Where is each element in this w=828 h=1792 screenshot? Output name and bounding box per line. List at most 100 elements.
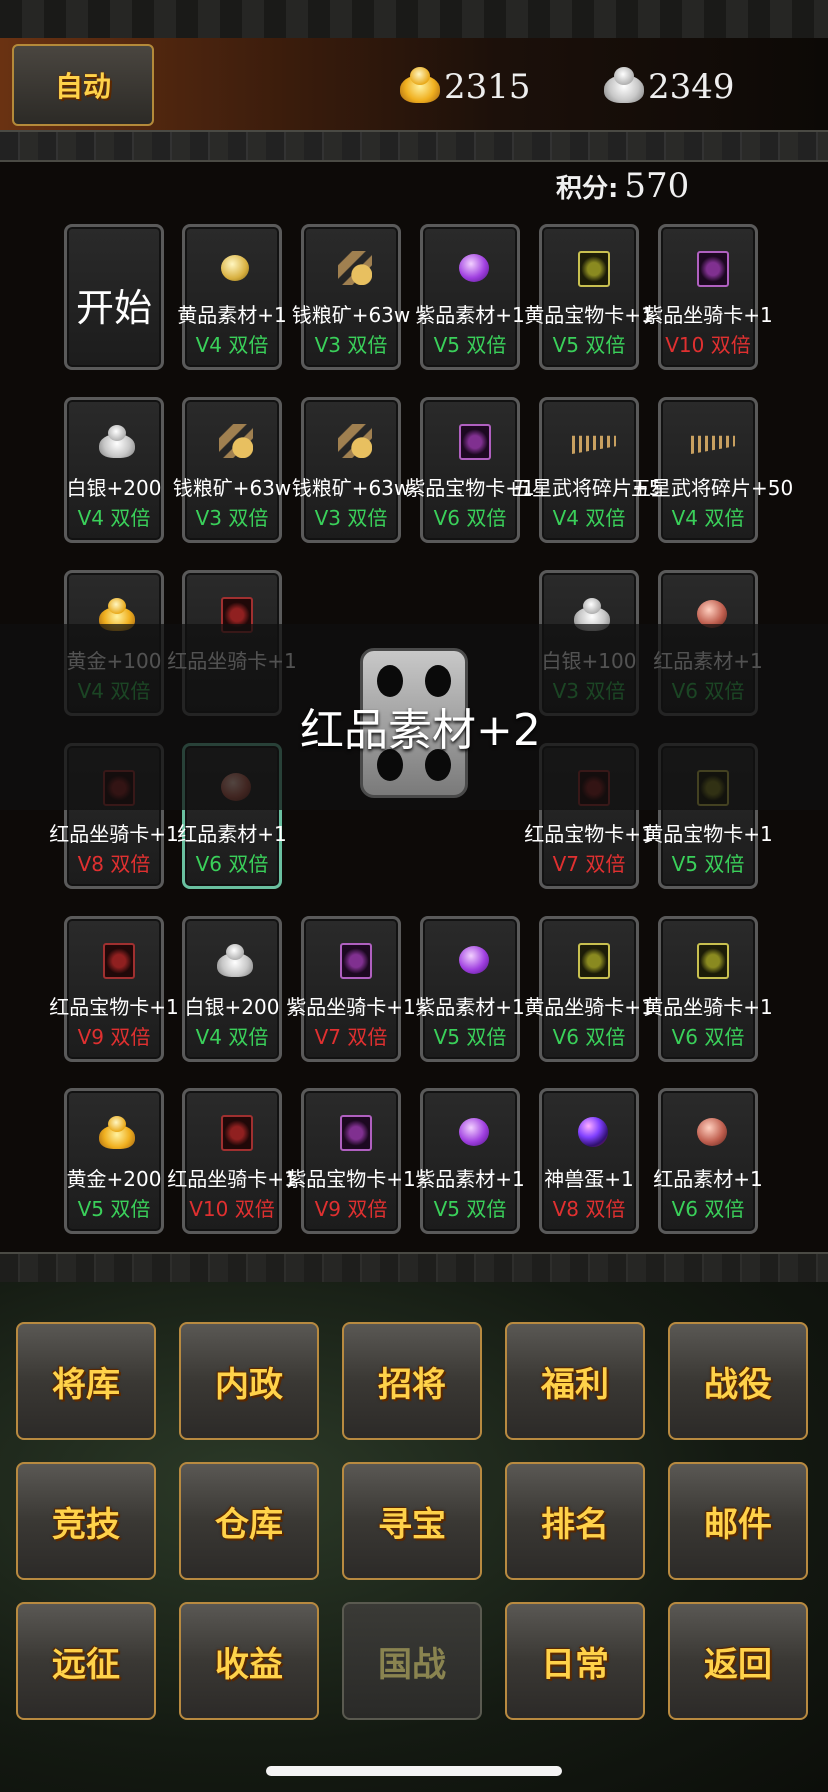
score-label: 积分: <box>556 173 619 204</box>
menu-button-label: 寻宝 <box>378 1504 446 1545</box>
board-cell[interactable]: 钱粮矿+63w V3 双倍 <box>292 224 410 370</box>
menu-button[interactable]: 国战 <box>342 1602 482 1720</box>
home-indicator[interactable] <box>266 1766 562 1776</box>
general-fragment-icon <box>691 435 735 454</box>
board-cell[interactable]: 紫品素材+1 V5 双倍 <box>415 224 525 370</box>
cell-reward-name: 紫品坐骑卡+1 <box>643 303 773 327</box>
red-mount-card-icon <box>221 1115 253 1151</box>
board-cell[interactable]: 黄品坐骑卡+1 V6 双倍 <box>524 916 654 1062</box>
menu-button[interactable]: 收益 <box>179 1602 319 1720</box>
cell-multiplier: V6 双倍 <box>552 1025 626 1049</box>
menu-button[interactable]: 招将 <box>342 1322 482 1440</box>
cell-multiplier: V7 双倍 <box>314 1025 388 1049</box>
board-cell[interactable]: 黄品宝物卡+1 V5 双倍 <box>524 224 654 370</box>
gold-counter: 2315 <box>398 62 531 112</box>
cell-multiplier: V5 双倍 <box>433 333 507 357</box>
auto-button[interactable]: 自动 <box>12 44 154 126</box>
yellow-material-icon <box>221 255 249 281</box>
top-bar-border <box>0 130 828 162</box>
board-cell[interactable]: 红品宝物卡+1 V9 双倍 <box>49 916 179 1062</box>
start-cell[interactable]: 开始 <box>64 224 164 370</box>
cell-multiplier: V6 双倍 <box>671 1025 745 1049</box>
board-cell[interactable]: 五星武将碎片+50 V4 双倍 <box>512 397 674 543</box>
dice-pip <box>425 665 451 697</box>
cell-reward-name: 五星武将碎片+50 <box>631 476 794 500</box>
cell-multiplier: V4 双倍 <box>195 333 269 357</box>
menu-button-label: 战役 <box>704 1364 772 1405</box>
menu-button-label: 邮件 <box>704 1504 772 1545</box>
menu-button-label: 福利 <box>541 1364 609 1405</box>
menu-button[interactable]: 福利 <box>505 1322 645 1440</box>
cell-multiplier: V6 双倍 <box>671 1197 745 1221</box>
board-cell[interactable]: 五星武将碎片+50 V4 双倍 <box>631 397 793 543</box>
board-cell[interactable]: 钱粮矿+63w V3 双倍 <box>173 397 291 543</box>
menu-button[interactable]: 仓库 <box>179 1462 319 1580</box>
board-cell[interactable]: 紫品宝物卡+1 V6 双倍 <box>405 397 535 543</box>
score: 积分: 570 <box>556 164 689 208</box>
board-cell[interactable]: 红品素材+1 V6 双倍 <box>653 1088 763 1234</box>
menu-button-label: 收益 <box>215 1644 283 1685</box>
board-cell[interactable]: 紫品宝物卡+1 V9 双倍 <box>286 1088 416 1234</box>
red-material-icon <box>697 1118 727 1146</box>
red-treasure-card-icon <box>103 943 135 979</box>
menu-button-label: 返回 <box>704 1644 772 1685</box>
dice-pip <box>377 665 403 697</box>
yellow-mount-card-icon <box>697 943 729 979</box>
menu-button[interactable]: 将库 <box>16 1322 156 1440</box>
menu-button[interactable]: 排名 <box>505 1462 645 1580</box>
cell-multiplier: V8 双倍 <box>552 1197 626 1221</box>
purple-material-icon <box>459 946 489 974</box>
start-label: 开始 <box>75 286 152 330</box>
board-cell[interactable]: 白银+200 V4 双倍 <box>182 916 282 1062</box>
cell-multiplier: V5 双倍 <box>552 333 626 357</box>
roll-result: 红品素材+2 <box>300 705 541 756</box>
menu-button-label: 排名 <box>541 1504 609 1545</box>
menu-button-label: 内政 <box>215 1364 283 1405</box>
cell-multiplier: V9 双倍 <box>314 1197 388 1221</box>
board-cell[interactable]: 黄品坐骑卡+1 V6 双倍 <box>643 916 773 1062</box>
menu-button-label: 招将 <box>378 1364 446 1405</box>
silver-icon <box>217 944 253 977</box>
menu-divider <box>0 1252 828 1284</box>
board-cell[interactable]: 白银+200 V4 双倍 <box>64 397 164 543</box>
board-cell[interactable]: 黄金+200 V5 双倍 <box>64 1088 164 1234</box>
cell-multiplier: V4 双倍 <box>671 506 745 530</box>
cell-multiplier: V10 双倍 <box>665 333 751 357</box>
cell-multiplier: V3 双倍 <box>195 506 269 530</box>
menu-button[interactable]: 竞技 <box>16 1462 156 1580</box>
board-cell[interactable]: 紫品素材+1 V5 双倍 <box>415 916 525 1062</box>
menu-button[interactable]: 邮件 <box>668 1462 808 1580</box>
top-decor-strip <box>0 0 828 40</box>
cell-multiplier: V9 双倍 <box>77 1025 151 1049</box>
cell-multiplier: V4 双倍 <box>77 506 151 530</box>
board-cell[interactable]: 钱粮矿+63w V3 双倍 <box>292 397 410 543</box>
purple-material-icon <box>459 1118 489 1146</box>
board-cell[interactable]: 红品坐骑卡+1 V10 双倍 <box>167 1088 297 1234</box>
menu-button[interactable]: 内政 <box>179 1322 319 1440</box>
grain-ore-icon <box>338 424 372 458</box>
board-cell[interactable]: 紫品坐骑卡+1 V10 双倍 <box>643 224 773 370</box>
menu-button[interactable]: 返回 <box>668 1602 808 1720</box>
purple-mount-card-icon <box>697 251 729 287</box>
menu-button[interactable]: 寻宝 <box>342 1462 482 1580</box>
menu-button[interactable]: 日常 <box>505 1602 645 1720</box>
gold-icon <box>99 1116 135 1149</box>
menu-button[interactable]: 远征 <box>16 1602 156 1720</box>
gold-ingot-icon <box>398 67 442 107</box>
menu-button-label: 远征 <box>52 1644 120 1685</box>
cell-reward-name: 红品素材+1 <box>653 1167 763 1191</box>
silver-icon <box>99 425 135 458</box>
purple-treasure-card-icon <box>459 424 491 460</box>
board-cell[interactable]: 黄品素材+1 V4 双倍 <box>177 224 287 370</box>
cell-multiplier: V7 双倍 <box>552 852 626 876</box>
silver-amount: 2349 <box>648 67 735 107</box>
board-cell[interactable]: 紫品坐骑卡+1 V7 双倍 <box>286 916 416 1062</box>
gold-amount: 2315 <box>444 67 531 107</box>
board-cell[interactable]: 神兽蛋+1 V8 双倍 <box>539 1088 639 1234</box>
board-cell[interactable]: 紫品素材+1 V5 双倍 <box>415 1088 525 1234</box>
purple-mount-card-icon <box>340 943 372 979</box>
cell-reward-name: 红品素材+1 <box>177 822 287 846</box>
cell-multiplier: V4 双倍 <box>552 506 626 530</box>
grain-ore-icon <box>338 251 372 285</box>
menu-button[interactable]: 战役 <box>668 1322 808 1440</box>
